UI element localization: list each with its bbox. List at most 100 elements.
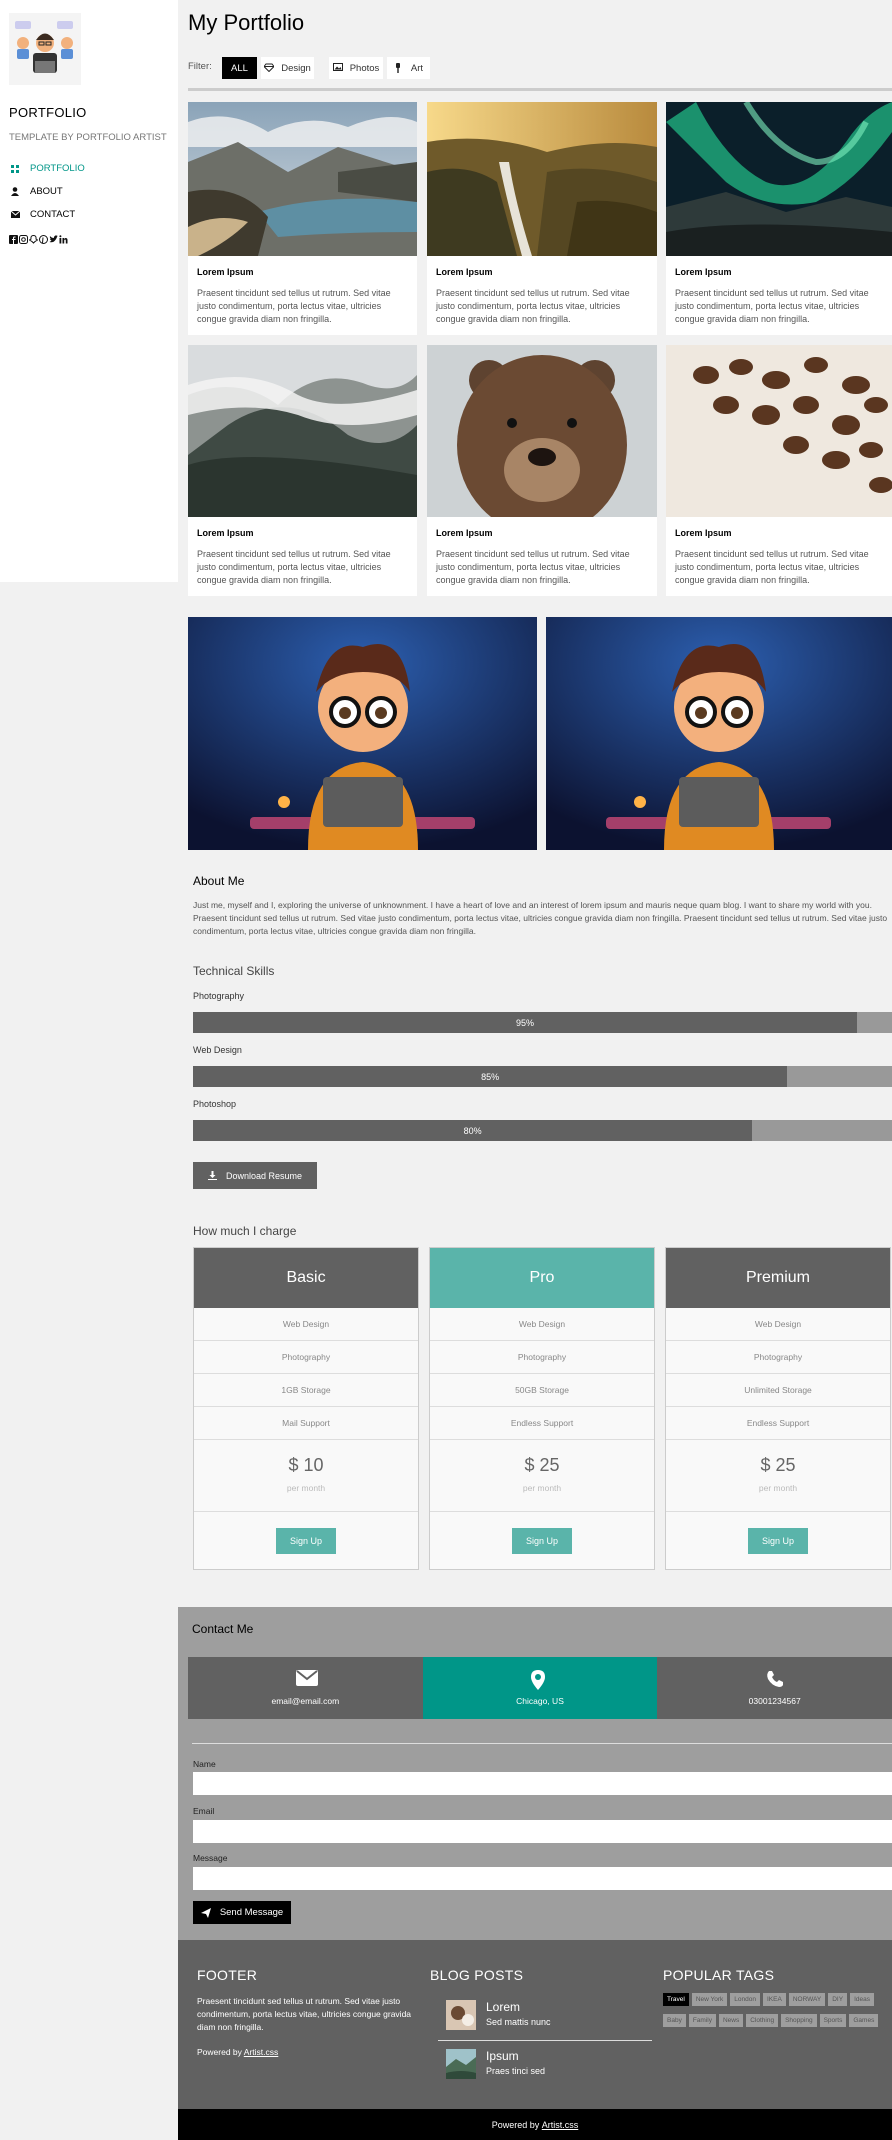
email-field[interactable] — [193, 1820, 892, 1843]
powered-link[interactable]: Artist.css — [244, 2047, 278, 2057]
filter-design-button[interactable]: Design — [261, 57, 314, 79]
blog-post-subtitle: Sed mattis nunc — [486, 2017, 551, 2027]
plan-feature: Mail Support — [194, 1407, 418, 1440]
pricing-plan-premium: Premium Web Design Photography Unlimited… — [665, 1247, 891, 1570]
sidebar-item-contact[interactable]: CONTACT — [9, 203, 174, 226]
page-title: My Portfolio — [188, 10, 305, 35]
snapchat-icon[interactable] — [29, 235, 38, 244]
tag[interactable]: Games — [849, 2014, 879, 2027]
skill-label: Web Design — [193, 1045, 242, 1055]
tag[interactable]: News — [718, 2014, 744, 2027]
plan-price: $ 25 — [760, 1455, 796, 1475]
filter-photos-button[interactable]: Photos — [329, 57, 383, 79]
pricing-plan-pro: Pro Web Design Photography 50GB Storage … — [429, 1247, 655, 1570]
tag[interactable]: DIY — [828, 1993, 848, 2006]
plan-feature: Photography — [194, 1341, 418, 1374]
filter-label: Filter: — [188, 61, 212, 72]
card-text: Praesent tincidunt sed tellus ut rutrum.… — [436, 288, 630, 324]
tag[interactable]: Travel — [663, 1993, 689, 2006]
bottom-powered-link[interactable]: Artist.css — [542, 2120, 579, 2130]
envelope-icon — [296, 1670, 319, 1688]
facebook-icon[interactable] — [9, 235, 18, 244]
download-label: Download Resume — [225, 1170, 303, 1181]
grid-icon — [9, 163, 21, 175]
footer: FOOTER Praesent tincidunt sed tellus ut … — [178, 1940, 892, 2109]
plan-feature: Web Design — [430, 1308, 654, 1341]
skill-bar: 85% — [193, 1066, 892, 1087]
card-image — [666, 345, 892, 517]
plan-price-block: $ 25 per month — [666, 1440, 890, 1512]
portfolio-card[interactable]: Lorem Ipsum Praesent tincidunt sed tellu… — [666, 102, 892, 335]
tag[interactable]: Shopping — [781, 2014, 817, 2027]
powered-prefix: Powered by — [197, 2047, 242, 2057]
filter-art-button[interactable]: Art — [387, 57, 430, 79]
sign-up-button[interactable]: Sign Up — [276, 1527, 336, 1554]
tag[interactable]: Ideas — [850, 1993, 874, 2006]
portfolio-card[interactable]: Lorem Ipsum Praesent tincidunt sed tellu… — [188, 345, 417, 596]
sign-up-button[interactable]: Sign Up — [512, 1527, 572, 1554]
portfolio-card[interactable]: Lorem Ipsum Praesent tincidunt sed tellu… — [427, 102, 657, 335]
card-image — [427, 102, 657, 256]
send-message-button[interactable]: Send Message — [193, 1901, 291, 1924]
portfolio-card[interactable]: Lorem Ipsum Praesent tincidunt sed tellu… — [666, 345, 892, 596]
footer-title: FOOTER — [197, 1967, 258, 1983]
blog-post-thumb — [446, 2000, 476, 2030]
twitter-icon[interactable] — [49, 235, 58, 244]
message-field[interactable] — [193, 1867, 892, 1890]
card-text: Praesent tincidunt sed tellus ut rutrum.… — [436, 549, 630, 585]
plan-period: per month — [286, 1483, 326, 1493]
contact-tile-phone: 03001234567 — [657, 1657, 892, 1719]
plan-footer: Sign Up — [430, 1512, 654, 1569]
sign-up-button[interactable]: Sign Up — [748, 1527, 808, 1554]
plan-price: $ 25 — [524, 1455, 560, 1475]
plan-price-block: $ 10 per month — [194, 1440, 418, 1512]
social-links — [9, 235, 68, 244]
tag[interactable]: Family — [688, 2014, 716, 2027]
tag[interactable]: New York — [691, 1993, 728, 2006]
card-title: Lorem Ipsum — [436, 267, 493, 277]
plan-feature: Web Design — [666, 1308, 890, 1341]
sidebar-item-about[interactable]: ABOUT — [9, 180, 174, 203]
tag[interactable]: London — [730, 1993, 760, 2006]
card-title: Lorem Ipsum — [675, 528, 732, 538]
about-text: Just me, myself and I, exploring the uni… — [193, 900, 888, 936]
blog-post[interactable]: Lorem Sed mattis nunc — [438, 1996, 652, 2038]
name-field[interactable] — [193, 1772, 892, 1795]
contact-section: Contact Me email@email.com Chicago, US 0… — [178, 1607, 892, 1940]
portfolio-card[interactable]: Lorem Ipsum Praesent tincidunt sed tellu… — [188, 102, 417, 335]
skills-title: Technical Skills — [193, 964, 275, 978]
email-label: Email — [193, 1806, 215, 1816]
card-text: Praesent tincidunt sed tellus ut rutrum.… — [675, 288, 869, 324]
download-resume-button[interactable]: Download Resume — [193, 1162, 317, 1189]
tag[interactable]: Clothing — [746, 2014, 779, 2027]
blog-post-title: Lorem — [486, 2000, 521, 2014]
photo-icon — [332, 63, 343, 73]
portfolio-card[interactable]: Lorem Ipsum Praesent tincidunt sed tellu… — [427, 345, 657, 596]
blog-post[interactable]: Ipsum Praes tinci sed — [438, 2045, 652, 2087]
skill-label: Photoshop — [193, 1099, 237, 1109]
message-label: Message — [193, 1853, 228, 1863]
tag[interactable]: IKEA — [763, 1993, 786, 2006]
pinterest-icon[interactable] — [39, 235, 48, 244]
sidebar-item-label: CONTACT — [30, 209, 76, 220]
sidebar-nav: PORTFOLIO ABOUT CONTACT — [9, 157, 174, 226]
contact-tile-email: email@email.com — [188, 1657, 423, 1719]
tag[interactable]: Baby — [663, 2014, 686, 2027]
filter-all-button[interactable]: ALL — [222, 57, 257, 79]
tag[interactable]: NORWAY — [788, 1993, 826, 2006]
footer-powered: Powered by Artist.css — [197, 2047, 278, 2057]
user-icon — [9, 186, 21, 198]
hero-image — [188, 617, 537, 850]
plan-footer: Sign Up — [194, 1512, 418, 1569]
pricing-title: How much I charge — [193, 1224, 297, 1238]
contact-email: email@email.com — [271, 1696, 340, 1706]
brand-title: PORTFOLIO — [9, 105, 87, 120]
sidebar-item-portfolio[interactable]: PORTFOLIO — [9, 157, 174, 180]
phone-icon — [766, 1670, 784, 1688]
tag[interactable]: Sports — [819, 2014, 847, 2027]
plan-feature: Endless Support — [666, 1407, 890, 1440]
linkedin-icon[interactable] — [59, 235, 68, 244]
plan-price-block: $ 25 per month — [430, 1440, 654, 1512]
blog-post-subtitle: Praes tinci sed — [486, 2066, 546, 2076]
instagram-icon[interactable] — [19, 235, 28, 244]
